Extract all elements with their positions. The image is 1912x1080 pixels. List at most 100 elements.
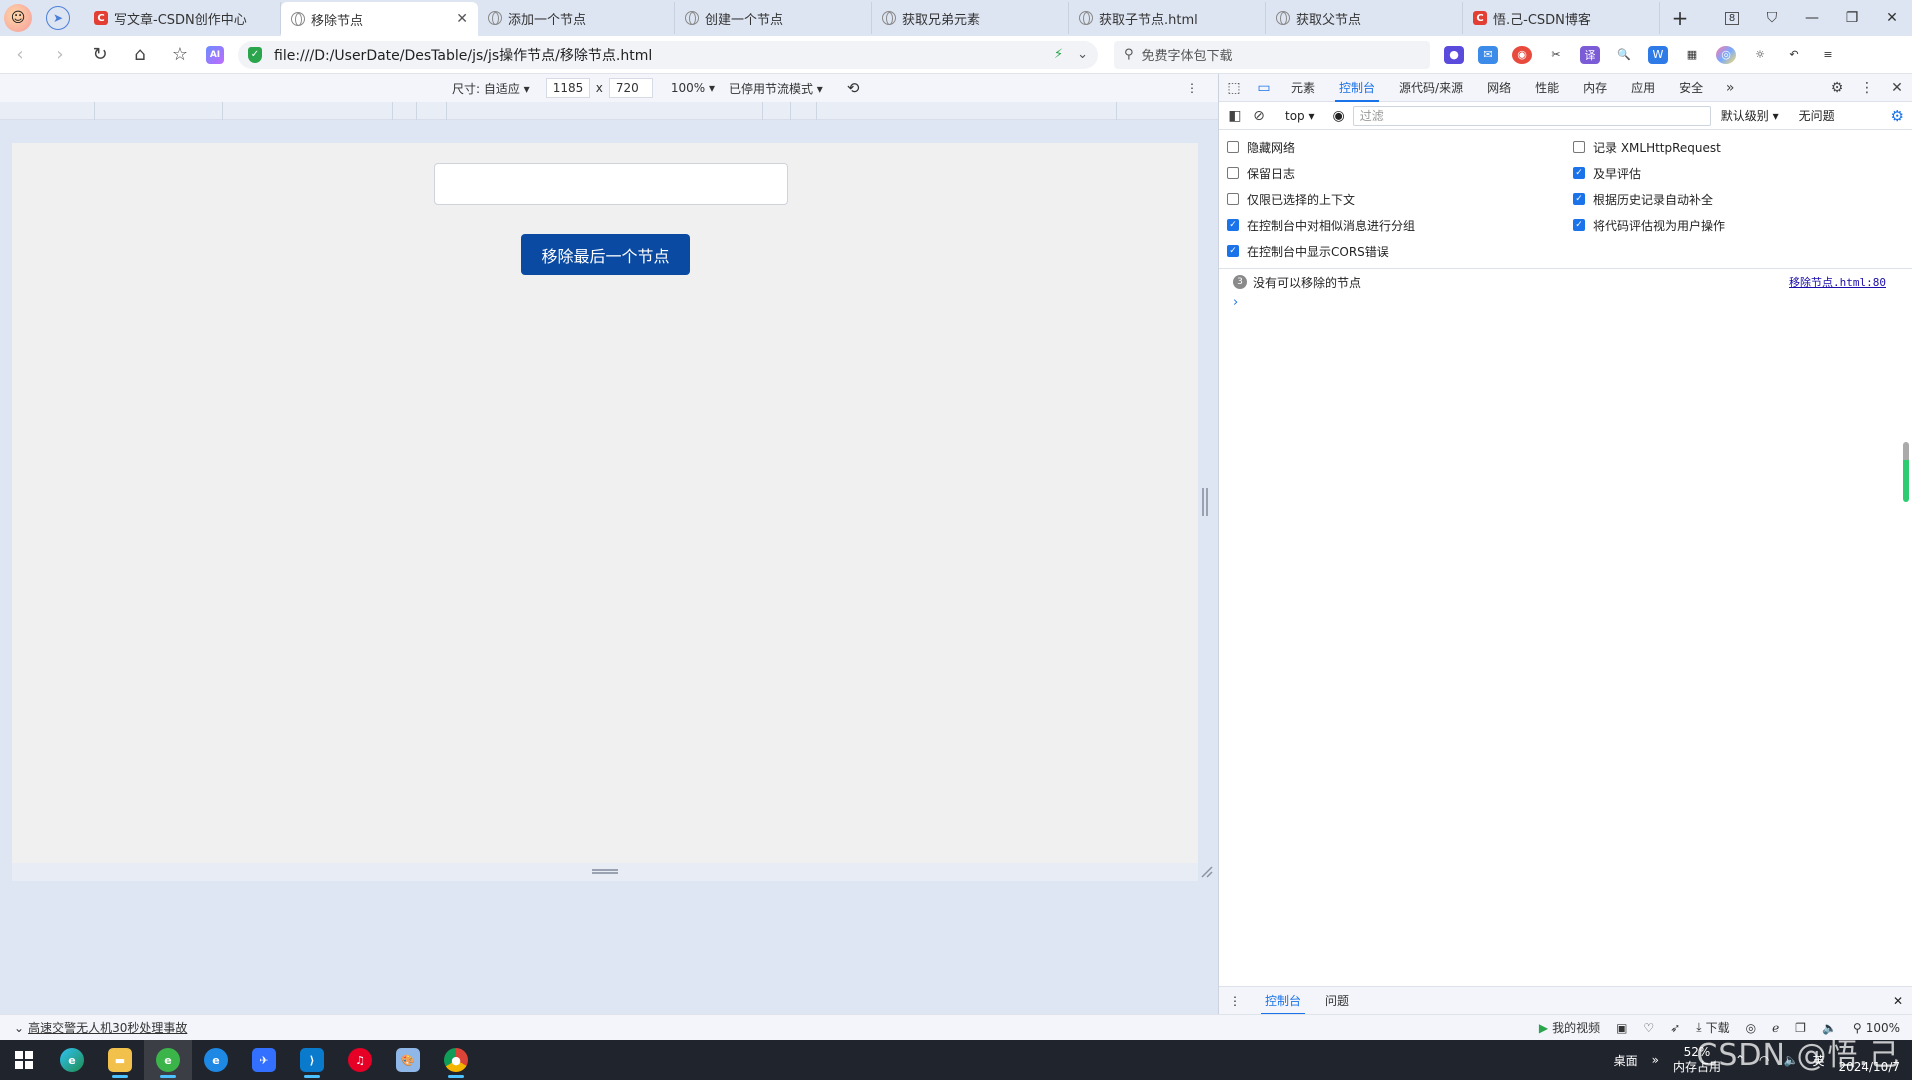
magnifier-icon[interactable]: 🔍	[1614, 46, 1634, 64]
my-video-button[interactable]: ▶ 我的视频	[1539, 1019, 1600, 1036]
tab-elements[interactable]: 元素	[1279, 74, 1327, 102]
zoom-dropdown[interactable]: 100% ▾	[671, 81, 715, 95]
taskbar-vscode[interactable]: ⟩	[288, 1040, 336, 1080]
setting-cors-errors[interactable]: ✓ 在控制台中显示CORS错误	[1227, 238, 1573, 264]
checkbox[interactable]	[1573, 141, 1585, 153]
setting-user-activation[interactable]: ✓ 将代码评估视为用户操作	[1573, 212, 1912, 238]
send-icon[interactable]: ➤	[46, 6, 70, 30]
chevron-down-icon[interactable]: ⌄	[1077, 47, 1088, 62]
viewport-resize-bottom[interactable]	[12, 863, 1198, 881]
width-input[interactable]: 1185	[545, 78, 590, 98]
start-button[interactable]	[0, 1040, 48, 1080]
url-text[interactable]: file:///D:/UserDate/DesTable/js/js操作节点/移…	[274, 45, 652, 65]
search-box[interactable]: ⚲ 免费字体包下载	[1114, 40, 1430, 69]
checkbox-checked[interactable]: ✓	[1573, 167, 1585, 179]
more-vert-icon[interactable]: ⋮	[1186, 81, 1198, 95]
shirt-icon[interactable]: ⛉	[1752, 0, 1792, 36]
tab-performance[interactable]: 性能	[1523, 74, 1571, 102]
text-input[interactable]	[434, 163, 788, 205]
back-button[interactable]: ‹	[0, 36, 40, 74]
rocket-icon[interactable]: ➶	[1670, 1021, 1680, 1035]
remove-last-node-button[interactable]: 移除最后一个节点	[521, 234, 690, 275]
lightning-icon[interactable]: ⚡	[1054, 47, 1063, 62]
undo-icon[interactable]: ↶	[1784, 46, 1804, 64]
viewport-resize-right[interactable]	[1202, 488, 1208, 516]
new-tab-button[interactable]: +	[1660, 0, 1700, 36]
menu-icon[interactable]: ≡	[1818, 46, 1838, 64]
console-prompt[interactable]: ›	[1219, 295, 1912, 311]
setting-selected-context[interactable]: 仅限已选择的上下文	[1227, 186, 1573, 212]
image-icon[interactable]: ▣	[1616, 1021, 1627, 1035]
taskbar-paint[interactable]: 🎨	[384, 1040, 432, 1080]
scrollbar-thumb[interactable]	[1903, 442, 1909, 502]
sidebar-toggle-icon[interactable]: ◧	[1223, 102, 1247, 130]
expand-icon[interactable]: »	[1652, 1053, 1659, 1067]
apps-grid-icon[interactable]: ▦	[1682, 46, 1702, 64]
tab-sources[interactable]: 源代码/来源	[1387, 74, 1475, 102]
tab-network[interactable]: 网络	[1475, 74, 1523, 102]
clear-console-icon[interactable]: ⊘	[1247, 102, 1271, 130]
bookmark-star-icon[interactable]: ☆	[160, 36, 200, 74]
mail-icon[interactable]: ✉	[1478, 45, 1498, 64]
address-bar[interactable]: ✓ file:///D:/UserDate/DesTable/js/js操作节点…	[238, 40, 1098, 69]
checkbox[interactable]	[1227, 193, 1239, 205]
log-level-dropdown[interactable]: 默认级别 ▾	[1721, 107, 1779, 124]
tab-child-node[interactable]: 获取子节点.html	[1069, 2, 1266, 34]
inspect-icon[interactable]: ⬚	[1219, 74, 1249, 102]
media-query-ruler[interactable]	[0, 102, 1218, 120]
drawer-tab-console[interactable]: 控制台	[1253, 987, 1313, 1015]
context-dropdown[interactable]: top ▾	[1285, 109, 1315, 123]
brightness-icon[interactable]: ☼	[1750, 46, 1770, 64]
reload-button[interactable]: ↻	[80, 36, 120, 74]
checkbox[interactable]	[1227, 167, 1239, 179]
ai-icon[interactable]: AI	[206, 45, 224, 64]
taskbar-ie[interactable]: e	[192, 1040, 240, 1080]
translate-icon[interactable]: 译	[1580, 45, 1600, 64]
taskbar-edge[interactable]: e	[48, 1040, 96, 1080]
gear-icon[interactable]: ⚙	[1822, 74, 1852, 102]
close-window-button[interactable]: ✕	[1872, 0, 1912, 36]
tab-count-button[interactable]: 8	[1712, 0, 1752, 36]
throttle-dropdown[interactable]: 已停用节流模式 ▾	[729, 80, 823, 97]
tab-csdn-editor[interactable]: C 写文章-CSDN创作中心	[84, 2, 281, 34]
scissors-icon[interactable]: ✂	[1546, 46, 1566, 64]
gear-icon[interactable]: ⚙	[1891, 107, 1904, 125]
message-source-link[interactable]: 移除节点.html:80	[1789, 274, 1886, 290]
taskbar-360-browser[interactable]: e	[144, 1040, 192, 1080]
checkbox[interactable]	[1227, 141, 1239, 153]
tab-csdn-blog[interactable]: C 悟.己-CSDN博客	[1463, 2, 1660, 34]
issues-label[interactable]: 无问题	[1799, 107, 1835, 124]
setting-group-similar[interactable]: ✓ 在控制台中对相似消息进行分组	[1227, 212, 1573, 238]
tab-remove-node[interactable]: 移除节点 ✕	[281, 2, 478, 36]
profile-avatar[interactable]: ☺	[4, 4, 32, 32]
desktop-label[interactable]: 桌面	[1614, 1052, 1638, 1069]
device-toggle-icon[interactable]: ▭	[1249, 74, 1279, 102]
taskbar-chrome[interactable]: ●	[432, 1040, 480, 1080]
checkbox-checked[interactable]: ✓	[1227, 245, 1239, 257]
restore-button[interactable]: ❐	[1832, 0, 1872, 36]
height-input[interactable]: 720	[608, 78, 653, 98]
more-tabs-icon[interactable]: »	[1715, 74, 1745, 102]
close-icon[interactable]: ✕	[1893, 994, 1903, 1008]
drag-handle-icon[interactable]	[592, 869, 618, 874]
setting-preserve-log[interactable]: 保留日志	[1227, 160, 1573, 186]
tab-console[interactable]: 控制台	[1327, 74, 1387, 102]
tab-application[interactable]: 应用	[1619, 74, 1667, 102]
checkbox-checked[interactable]: ✓	[1227, 219, 1239, 231]
heart-icon[interactable]: ♡	[1643, 1021, 1654, 1035]
news-ticker[interactable]: ⌄ 高速交警无人机30秒处理事故	[14, 1019, 187, 1036]
news-text[interactable]: 高速交警无人机30秒处理事故	[28, 1019, 187, 1036]
color-icon[interactable]: ◎	[1716, 45, 1736, 64]
setting-log-xhr[interactable]: 记录 XMLHttpRequest	[1573, 134, 1912, 160]
home-button[interactable]: ⌂	[120, 36, 160, 74]
minimize-button[interactable]: —	[1792, 0, 1832, 36]
setting-autocomplete[interactable]: ✓ 根据历史记录自动补全	[1573, 186, 1912, 212]
checkbox-checked[interactable]: ✓	[1573, 219, 1585, 231]
checkbox-checked[interactable]: ✓	[1573, 193, 1585, 205]
rotate-icon[interactable]: ⟲	[847, 79, 860, 97]
word-icon[interactable]: W	[1648, 45, 1668, 64]
resize-corner-icon[interactable]	[1198, 863, 1214, 879]
size-dropdown[interactable]: 尺寸: 自适应 ▾	[452, 80, 530, 97]
taskbar-feishu[interactable]: ✈	[240, 1040, 288, 1080]
forward-button[interactable]: ›	[40, 36, 80, 74]
